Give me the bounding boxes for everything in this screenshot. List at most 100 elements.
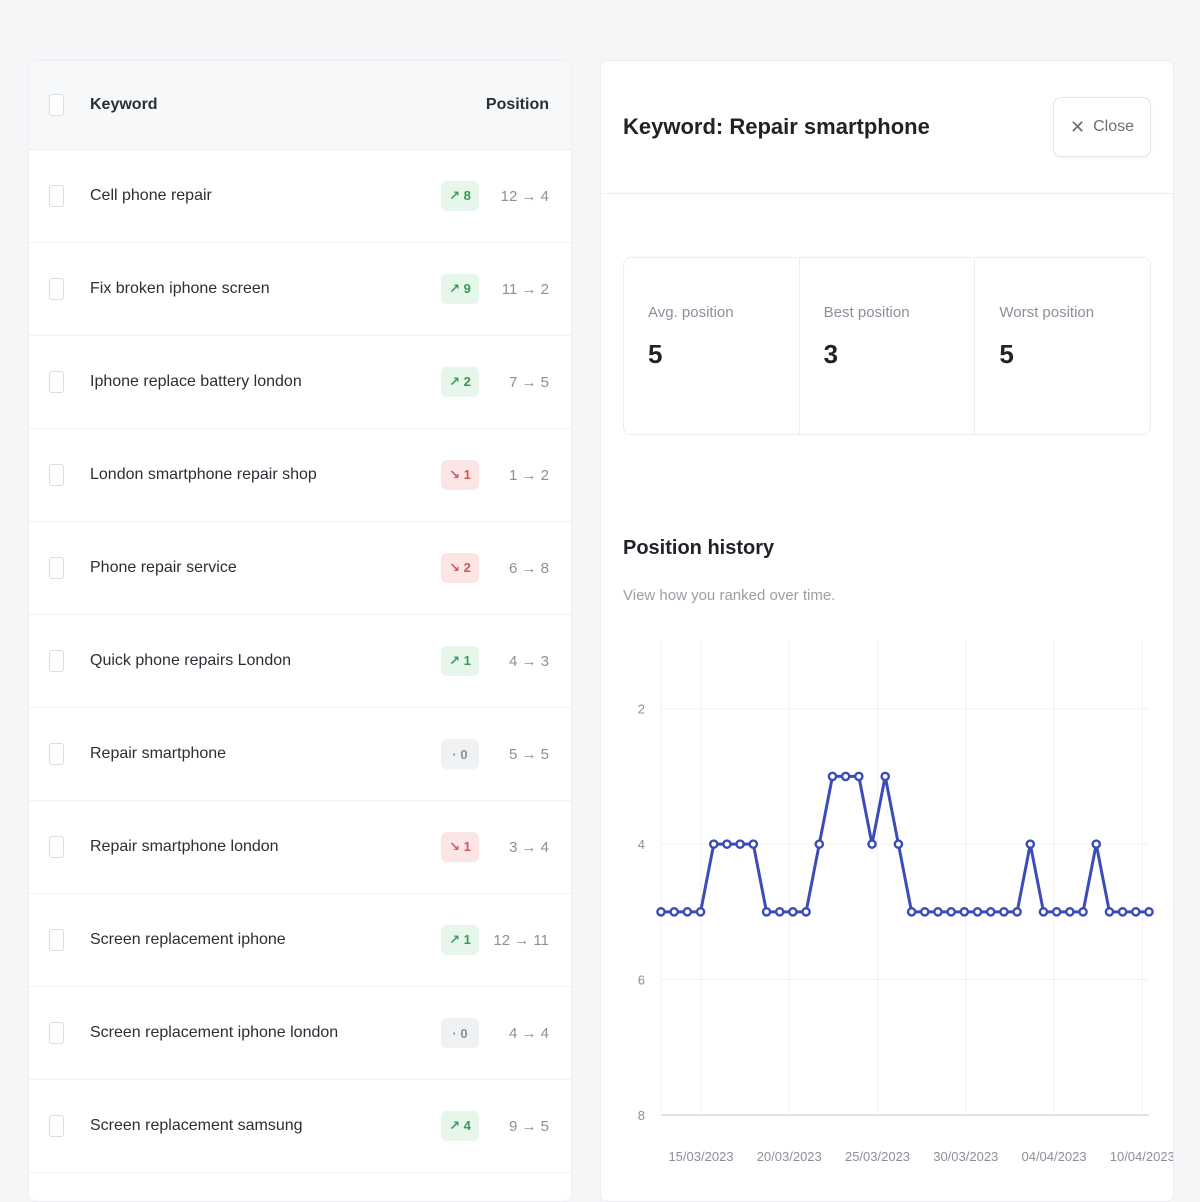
stat-worst-position: Worst position 5 bbox=[975, 258, 1150, 434]
data-point bbox=[946, 907, 956, 917]
row-keyword: London smartphone repair shop bbox=[90, 466, 317, 483]
keyword-table: Keyword Position Cell phone repair ↗ 8 12 … bbox=[28, 60, 572, 1202]
data-point bbox=[1091, 839, 1102, 849]
change-badge: ↗ 8 bbox=[441, 181, 479, 211]
table-row[interactable]: Fix broken iphone screen ↗ 9 11 → 2 bbox=[29, 243, 571, 336]
x-tick-label: 04/04/2023 bbox=[1021, 1149, 1086, 1164]
position-history-svg: 2 4 6 8 15/03/2023 20/03/2023 25/03/2023 30/03/… bbox=[638, 641, 1173, 1164]
data-point bbox=[1051, 907, 1062, 917]
data-point bbox=[656, 907, 666, 917]
data-point bbox=[1038, 907, 1049, 917]
stat-label: Worst position bbox=[999, 304, 1095, 321]
data-point bbox=[840, 771, 851, 782]
table-row[interactable]: London smartphone repair shop ↘ 1 1 → 2 bbox=[29, 429, 571, 522]
table-row[interactable]: Screen replacement iphone london · 0 4 → 4 bbox=[29, 987, 571, 1080]
row-keyword: Phone repair service bbox=[90, 559, 237, 576]
y-tick-label: 8 bbox=[638, 1108, 645, 1123]
data-point bbox=[959, 907, 970, 917]
x-tick-label: 10/04/2023 bbox=[1110, 1149, 1173, 1164]
row-checkbox[interactable] bbox=[49, 557, 64, 579]
data-point bbox=[1144, 907, 1154, 917]
row-checkbox[interactable] bbox=[49, 278, 64, 300]
row-keyword: Screen replacement iphone bbox=[90, 931, 286, 948]
row-checkbox[interactable] bbox=[49, 464, 64, 486]
stat-label: Avg. position bbox=[648, 304, 734, 321]
row-checkbox[interactable] bbox=[49, 185, 64, 207]
row-checkbox[interactable] bbox=[49, 650, 64, 672]
change-badge: ↘ 2 bbox=[441, 553, 479, 583]
row-positions: 1 → 2 bbox=[508, 466, 549, 484]
position-history-chart: 2 4 6 8 15/03/2023 20/03/2023 25/03/2023 30/03/… bbox=[601, 631, 1173, 1201]
data-point bbox=[814, 839, 825, 849]
row-keyword: Cell phone repair bbox=[90, 187, 212, 204]
x-tick-label: 25/03/2023 bbox=[845, 1149, 910, 1164]
row-keyword: Screen replacement samsung bbox=[90, 1117, 303, 1134]
stat-best-position: Best position 3 bbox=[800, 258, 976, 434]
detail-header: Keyword: Repair smartphone ✕ Close bbox=[601, 61, 1173, 194]
x-tick-label: 20/03/2023 bbox=[757, 1149, 822, 1164]
row-keyword: Screen replacement iphone london bbox=[90, 1024, 339, 1041]
table-row[interactable]: Repair smartphone london ↘ 1 3 → 4 bbox=[29, 801, 571, 894]
row-checkbox[interactable] bbox=[49, 371, 64, 393]
data-point bbox=[1104, 907, 1115, 917]
chart-subtitle: View how you ranked over time. bbox=[623, 587, 836, 604]
data-point bbox=[880, 771, 891, 782]
y-tick-label: 6 bbox=[638, 973, 645, 988]
change-badge: ↗ 4 bbox=[441, 1111, 479, 1141]
row-checkbox[interactable] bbox=[49, 1022, 64, 1044]
table-row[interactable]: Phone repair service ↘ 2 6 → 8 bbox=[29, 522, 571, 615]
row-positions: 6 → 8 bbox=[508, 559, 549, 577]
close-label: Close bbox=[1093, 118, 1134, 135]
data-point bbox=[919, 907, 930, 917]
header-keyword[interactable]: Keyword bbox=[90, 96, 486, 114]
row-positions: 11 → 2 bbox=[501, 280, 549, 298]
close-button[interactable]: ✕ Close bbox=[1053, 97, 1151, 157]
change-badge: ↗ 2 bbox=[441, 367, 479, 397]
row-checkbox[interactable] bbox=[49, 929, 64, 951]
data-point bbox=[682, 907, 693, 917]
data-point bbox=[722, 839, 732, 849]
data-point bbox=[801, 907, 811, 917]
change-badge: ↗ 1 bbox=[441, 646, 479, 676]
row-checkbox[interactable] bbox=[49, 1115, 64, 1137]
row-checkbox[interactable] bbox=[49, 836, 64, 858]
table-row[interactable]: Iphone replace battery london ↗ 2 7 → 5 bbox=[29, 336, 571, 429]
data-point bbox=[774, 907, 785, 917]
row-keyword: Fix broken iphone screen bbox=[90, 280, 270, 297]
detail-title: Keyword: Repair smartphone bbox=[623, 114, 930, 139]
table-row[interactable]: Cell phone repair ↗ 8 12 → 4 bbox=[29, 150, 571, 243]
data-point bbox=[1025, 839, 1036, 849]
table-row[interactable]: Screen replacement iphone ↗ 1 12 → 11 bbox=[29, 894, 571, 987]
data-point bbox=[1012, 907, 1022, 917]
data-point bbox=[972, 907, 983, 917]
table-row[interactable]: Repair smartphone · 0 5 → 5 bbox=[29, 708, 571, 801]
row-keyword: Repair smartphone london bbox=[90, 838, 279, 855]
data-point bbox=[867, 839, 877, 849]
row-positions: 9 → 5 bbox=[508, 1117, 549, 1135]
data-point bbox=[788, 907, 798, 917]
chart-title: Position history bbox=[623, 537, 775, 559]
change-badge: ↗ 1 bbox=[441, 925, 479, 955]
row-keyword: Quick phone repairs London bbox=[90, 652, 292, 669]
table-row[interactable]: Quick phone repairs London ↗ 1 4 → 3 bbox=[29, 615, 571, 708]
header-position[interactable]: Position bbox=[486, 96, 549, 114]
stat-value: 5 bbox=[999, 339, 1014, 369]
table-row[interactable]: Screen replacement samsung ↗ 4 9 → 5 bbox=[29, 1080, 571, 1173]
stat-label: Best position bbox=[823, 304, 910, 321]
change-badge: · 0 bbox=[441, 1018, 479, 1048]
change-badge: ↘ 1 bbox=[441, 832, 479, 862]
stat-value: 3 bbox=[823, 339, 839, 369]
table-header: Keyword Position bbox=[29, 61, 571, 150]
row-positions: 12 → 4 bbox=[500, 187, 549, 205]
row-keyword: Iphone replace battery london bbox=[90, 373, 302, 390]
data-point bbox=[999, 907, 1009, 917]
table-body: Cell phone repair ↗ 8 12 → 4 Fix broken iph… bbox=[29, 150, 571, 1173]
row-positions: 7 → 5 bbox=[508, 373, 549, 391]
data-point bbox=[1131, 907, 1141, 917]
data-point bbox=[827, 771, 838, 782]
row-positions: 4 → 3 bbox=[508, 652, 549, 670]
stat-value: 5 bbox=[648, 339, 663, 369]
data-point bbox=[748, 839, 759, 849]
select-all-checkbox[interactable] bbox=[49, 94, 64, 116]
row-checkbox[interactable] bbox=[49, 743, 64, 765]
